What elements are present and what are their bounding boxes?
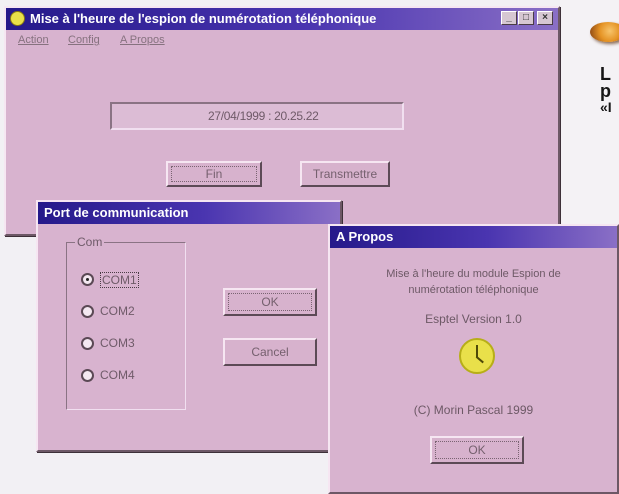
main-window-title: Mise à l'heure de l'espion de numérotati… — [30, 11, 377, 26]
radio-com4-indicator — [81, 369, 94, 382]
menu-a-propos[interactable]: A Propos — [120, 34, 165, 46]
transmettre-button-label: Transmettre — [312, 167, 378, 181]
port-ok-label: OK — [261, 295, 279, 309]
port-cancel-button[interactable]: Cancel — [223, 338, 317, 366]
radio-com3-indicator — [81, 337, 94, 350]
about-description-line-2: numérotation téléphonique — [408, 284, 539, 296]
about-description: Mise à l'heure du module Espion de numér… — [330, 266, 617, 298]
maximize-button[interactable]: □ — [518, 11, 534, 25]
about-ok-label: OK — [468, 443, 486, 457]
about-version: Esptel Version 1.0 — [425, 312, 522, 326]
fin-button-label: Fin — [205, 167, 223, 181]
about-description-line-1: Mise à l'heure du module Espion de — [386, 268, 561, 280]
about-ok-button[interactable]: OK — [430, 436, 524, 464]
radio-com2-indicator — [81, 305, 94, 318]
datetime-display: 27/04/1999 : 20.25.22 — [110, 102, 404, 130]
transmettre-button[interactable]: Transmettre — [300, 161, 390, 187]
menu-action[interactable]: Action — [18, 34, 49, 46]
radio-com3-label: COM3 — [100, 336, 135, 350]
radio-com1-label: COM1 — [100, 272, 139, 288]
port-titlebar[interactable]: Port de communication — [38, 202, 340, 224]
radio-com1-indicator — [81, 273, 94, 286]
port-window: Port de communication Com COM1 COM2 COM3… — [36, 200, 342, 452]
about-copyright: (C) Morin Pascal 1999 — [413, 403, 534, 417]
clock-hand-minute — [475, 356, 484, 364]
app-icon — [10, 11, 25, 26]
port-cancel-label: Cancel — [251, 345, 289, 359]
port-window-title: Port de communication — [44, 205, 189, 220]
datetime-value: 27/04/1999 : 20.25.22 — [208, 109, 319, 123]
com-groupbox: Com COM1 COM2 COM3 COM4 — [66, 235, 186, 410]
magazine-line-2: p — [600, 81, 611, 101]
close-button[interactable]: × — [537, 11, 553, 25]
menu-config[interactable]: Config — [68, 34, 100, 46]
main-titlebar[interactable]: Mise à l'heure de l'espion de numérotati… — [6, 8, 558, 30]
radio-com2-label: COM2 — [100, 304, 135, 318]
magazine-line-3: «I — [600, 99, 612, 115]
magazine-heading-fragment: L p «I — [600, 65, 619, 115]
port-ok-button[interactable]: OK — [223, 288, 317, 316]
about-window-title: A Propos — [336, 229, 394, 244]
clock-icon — [459, 338, 495, 374]
about-window: A Propos Mise à l'heure du module Espion… — [328, 224, 619, 494]
radio-com4-label: COM4 — [100, 368, 135, 382]
minimize-button[interactable]: _ — [501, 11, 517, 25]
com-group-label: Com — [75, 235, 105, 249]
about-titlebar[interactable]: A Propos — [330, 226, 617, 248]
magazine-logo-icon — [590, 22, 619, 42]
fin-button[interactable]: Fin — [166, 161, 262, 187]
